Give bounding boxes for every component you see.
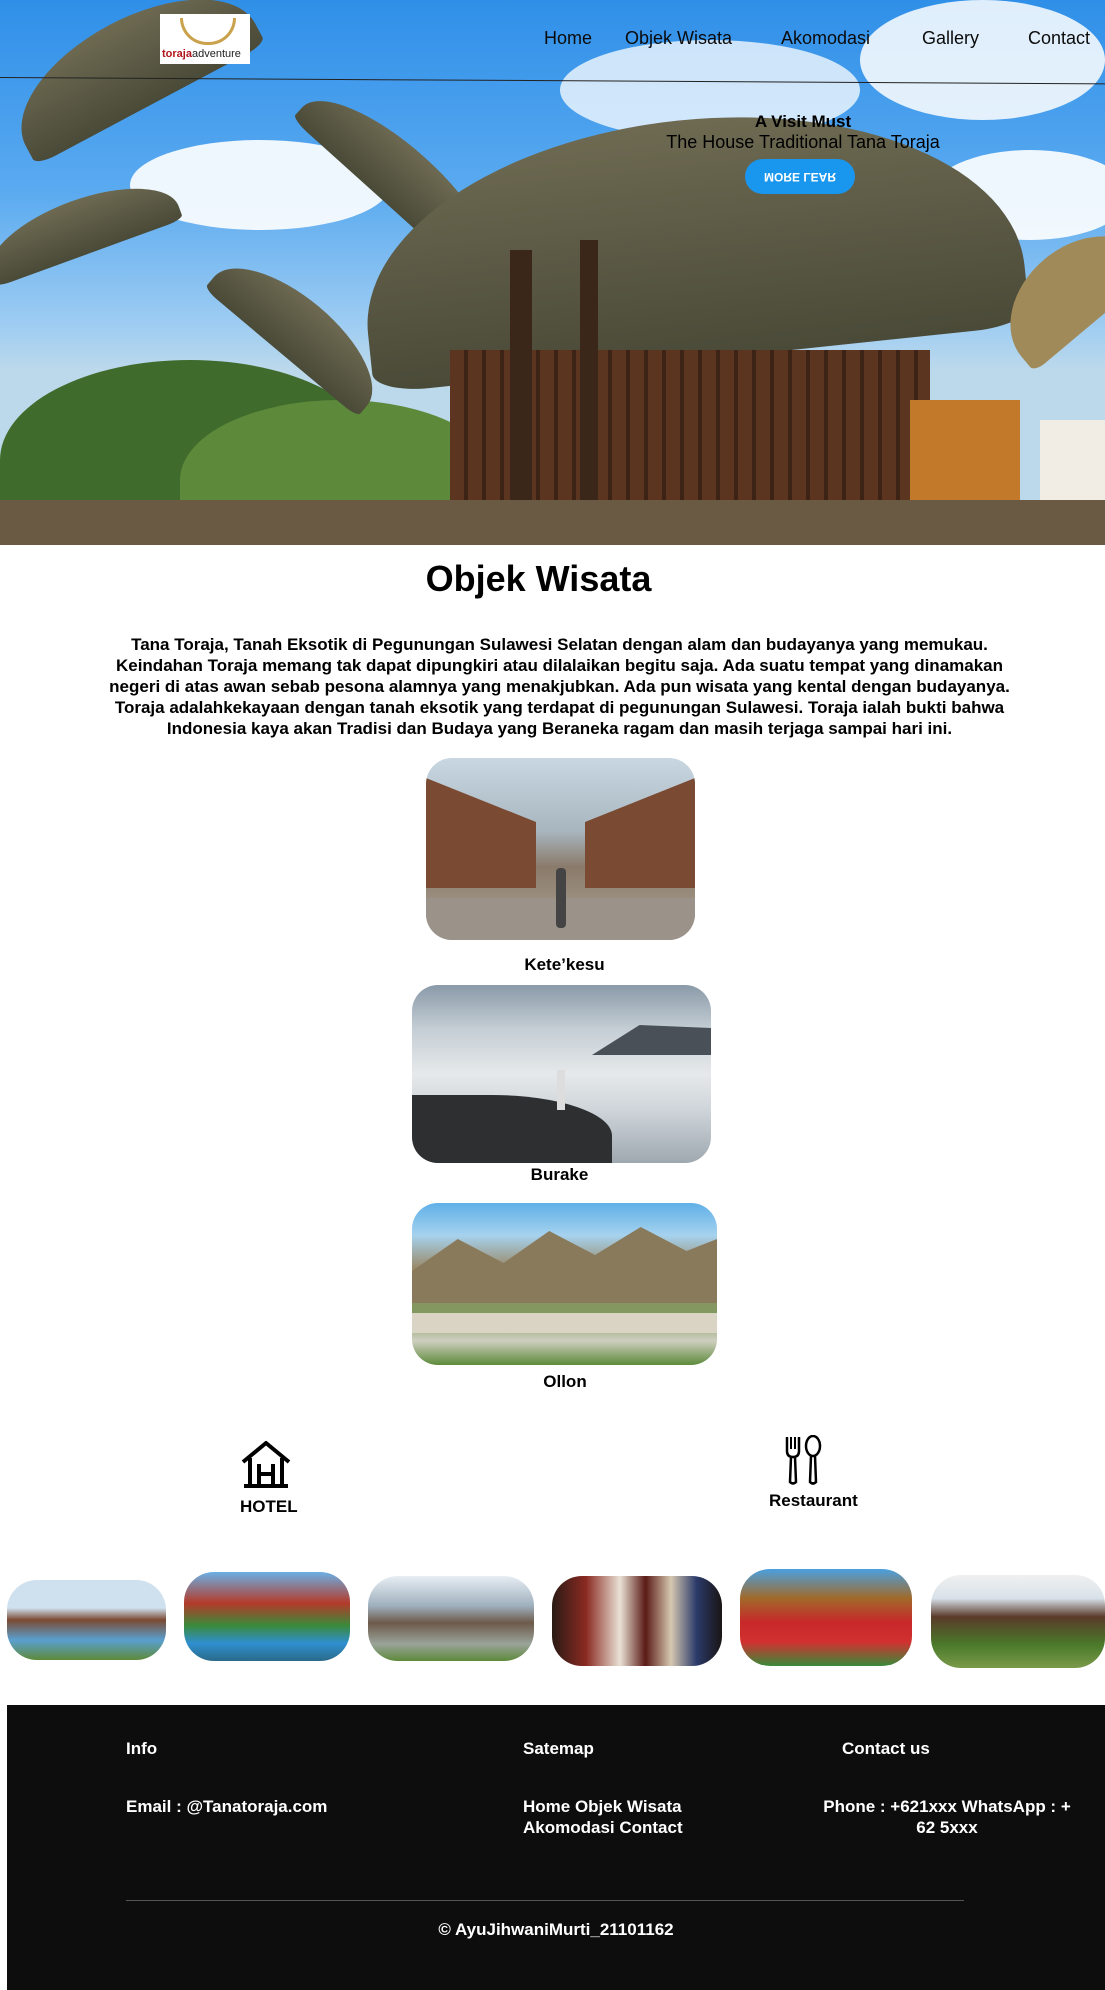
logo-text-dark: adventure [191,48,241,60]
footer-phone: Phone : +621xxx WhatsApp : + 62 5xxx [823,1797,1071,1837]
ollon-photo[interactable] [412,1203,717,1365]
hotel-label[interactable]: HOTEL [240,1497,298,1517]
footer-sitemap-links[interactable]: Home Objek Wisata Akomodasi Contact [523,1796,693,1838]
gallery-thumb[interactable] [7,1580,166,1660]
more-learn-button[interactable]: MORE LEAR [745,159,855,194]
hero-caption: A Visit Must The House Traditional Tana … [653,112,953,153]
gallery-thumb[interactable] [931,1575,1105,1668]
hotel-icon[interactable] [240,1440,292,1488]
burake-photo[interactable] [412,985,711,1163]
cloud-shape [860,0,1105,120]
site-logo[interactable]: torajaadventure [160,14,250,64]
footer-contact-heading: Contact us [842,1739,930,1758]
footer-divider [126,1900,964,1901]
nav-home[interactable]: Home [544,28,592,49]
nav-contact[interactable]: Contact [1028,28,1090,49]
site-footer: Info Email : @Tanatoraja.com Satemap Hom… [7,1705,1105,1990]
footer-sitemap-heading: Satemap [523,1739,594,1758]
gallery-thumb[interactable] [368,1576,534,1661]
footer-copyright: © AyuJihwaniMurti_21101162 [438,1920,674,1939]
footer-email[interactable]: Email : @Tanatoraja.com [126,1796,386,1817]
intro-paragraph: Tana Toraja, Tanah Eksotik di Pegunungan… [109,635,1010,738]
destination-name: Burake [530,1165,589,1184]
hero-title: A Visit Must [754,112,852,131]
nav-akomodasi[interactable]: Akomodasi [781,28,870,49]
logo-boat-icon [180,18,236,45]
ground [0,500,1105,545]
destination-name: Kete’kesu [524,955,605,974]
logo-text: torajaadventure [162,48,241,60]
footer-info-heading: Info [126,1739,158,1758]
section-title: Objek Wisata [425,558,652,599]
ketekesu-photo[interactable] [426,758,695,940]
gallery-thumb[interactable] [552,1576,722,1666]
restaurant-label[interactable]: Restaurant [769,1491,858,1511]
gallery-thumb[interactable] [184,1572,350,1661]
nav-objek-wisata[interactable]: Objek Wisata [625,28,732,49]
hero-subtitle: The House Traditional Tana Toraja [666,132,940,152]
destination-name: Ollon [543,1372,587,1391]
fork-spoon-icon[interactable] [784,1434,824,1485]
gallery-thumb[interactable] [740,1569,912,1666]
logo-text-red: toraja [162,48,192,60]
nav-gallery[interactable]: Gallery [922,28,979,49]
house-pillar [580,240,598,540]
house-pillar [510,250,532,540]
